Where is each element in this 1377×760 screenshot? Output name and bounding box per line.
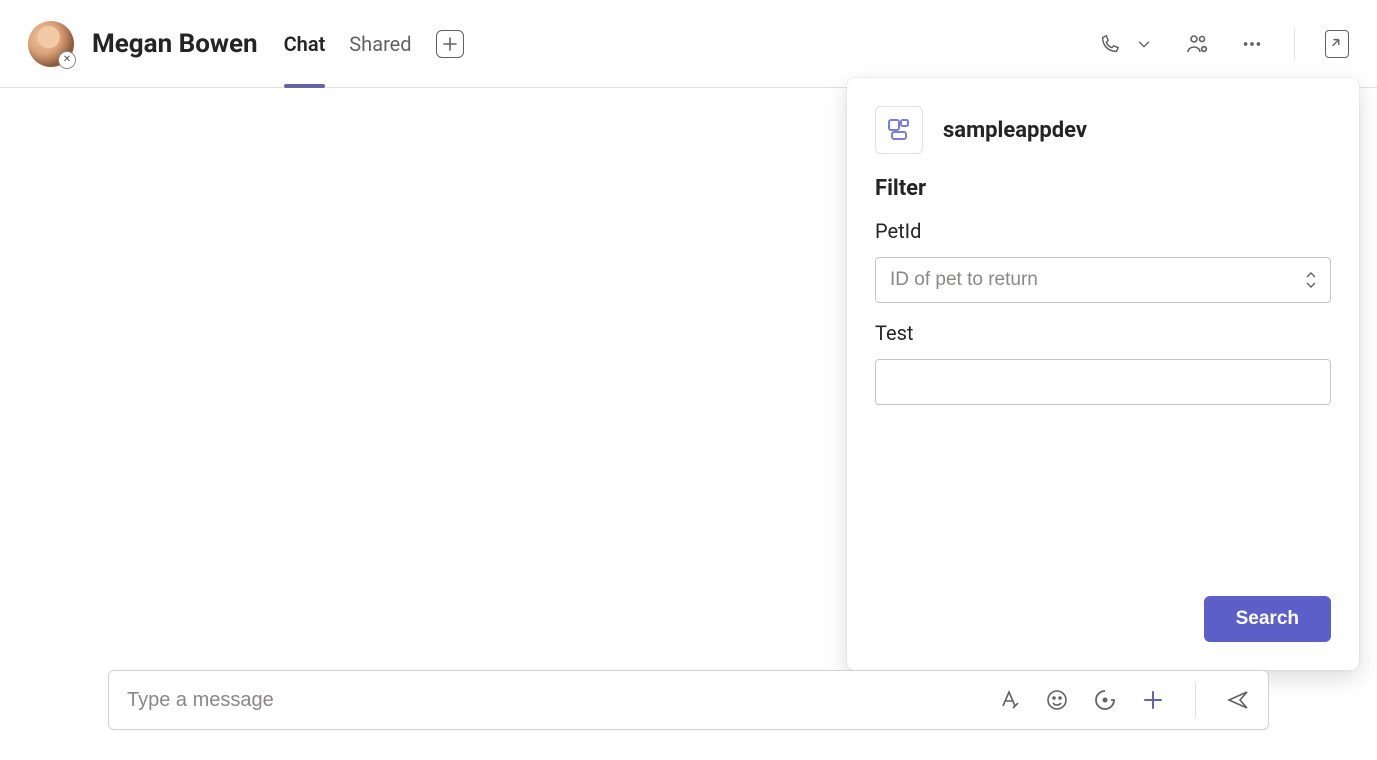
petid-label: PetId: [875, 219, 1331, 243]
call-menu-button[interactable]: [1132, 32, 1156, 56]
message-input[interactable]: [127, 689, 997, 712]
petid-input[interactable]: [875, 257, 1331, 303]
tab-shared-label: Shared: [349, 32, 411, 56]
header-tabs: Chat Shared: [284, 0, 464, 87]
chevron-up-icon: [1305, 271, 1317, 279]
emoji-button[interactable]: [1045, 688, 1069, 712]
tab-chat-label: Chat: [284, 32, 326, 56]
test-label: Test: [875, 321, 1331, 345]
call-button[interactable]: [1098, 32, 1122, 56]
popout-button[interactable]: [1325, 32, 1349, 56]
tab-shared[interactable]: Shared: [349, 0, 411, 87]
test-input[interactable]: [875, 359, 1331, 405]
people-add-button[interactable]: [1186, 32, 1210, 56]
loop-icon: [1093, 688, 1117, 712]
more-icon: [1241, 33, 1263, 55]
actions-button[interactable]: [1141, 688, 1165, 712]
filter-heading: Filter: [875, 176, 1331, 201]
more-button[interactable]: [1240, 32, 1264, 56]
people-add-icon: [1186, 32, 1210, 56]
message-extension-card: sampleappdev Filter PetId Test Search: [847, 78, 1359, 670]
chat-header: Megan Bowen Chat Shared: [0, 0, 1377, 88]
app-name: sampleappdev: [943, 118, 1087, 143]
presence-offline-icon: [58, 51, 76, 69]
number-spinner[interactable]: [1299, 257, 1323, 303]
tab-chat[interactable]: Chat: [284, 0, 326, 87]
header-actions: [1098, 28, 1349, 60]
format-icon: [997, 688, 1021, 712]
add-tab-button[interactable]: [436, 30, 464, 58]
loop-button[interactable]: [1093, 688, 1117, 712]
search-button[interactable]: Search: [1204, 596, 1331, 642]
chevron-down-icon: [1305, 281, 1317, 289]
send-icon: [1226, 688, 1250, 712]
contact-name: Megan Bowen: [92, 29, 258, 59]
emoji-icon: [1045, 688, 1069, 712]
add-tab-icon: [442, 36, 458, 52]
plus-icon: [1141, 688, 1165, 712]
format-button[interactable]: [997, 688, 1021, 712]
popout-icon: [1330, 37, 1344, 51]
app-icon: [875, 106, 923, 154]
phone-icon: [1099, 33, 1121, 55]
divider: [1195, 682, 1196, 718]
search-button-label: Search: [1236, 608, 1299, 629]
send-button[interactable]: [1226, 688, 1250, 712]
compose-box: [108, 670, 1269, 730]
divider: [1294, 28, 1295, 60]
chevron-down-icon: [1137, 37, 1151, 51]
